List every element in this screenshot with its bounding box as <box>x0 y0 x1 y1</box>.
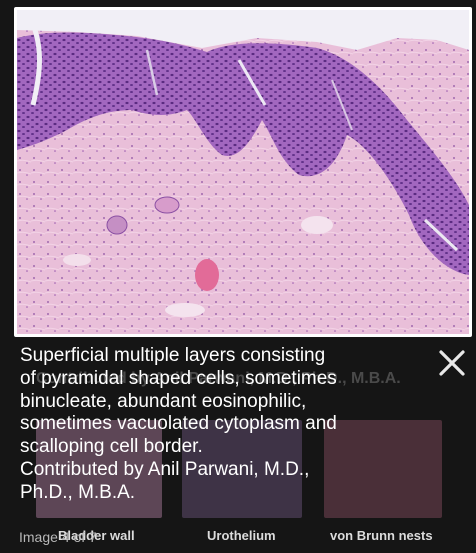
credit-line: Ph.D., M.B.A. <box>20 481 136 503</box>
histology-image[interactable] <box>14 7 472 337</box>
thumbnail-label: Urothelium <box>207 528 276 543</box>
thumbnail-label: von Brunn nests <box>330 528 433 543</box>
caption-line: scalloping cell border. <box>20 436 203 458</box>
close-icon <box>439 350 465 376</box>
micrograph <box>17 10 469 334</box>
credit-line: Contributed by Anil Parwani, M.D., <box>20 458 310 480</box>
caption-line: binucleate, abundant eosinophilic, <box>20 390 307 412</box>
caption-line: sometimes vacuolated cytoplasm and <box>20 413 337 435</box>
close-button[interactable] <box>436 347 468 379</box>
image-caption: Superficial multiple layers consisting o… <box>20 345 430 505</box>
caption-line: of pyramidal shaped cells, sometimes <box>20 367 337 389</box>
caption-line: Superficial multiple layers consisting <box>20 345 326 366</box>
image-counter: Image 4 of 7 <box>19 529 97 545</box>
